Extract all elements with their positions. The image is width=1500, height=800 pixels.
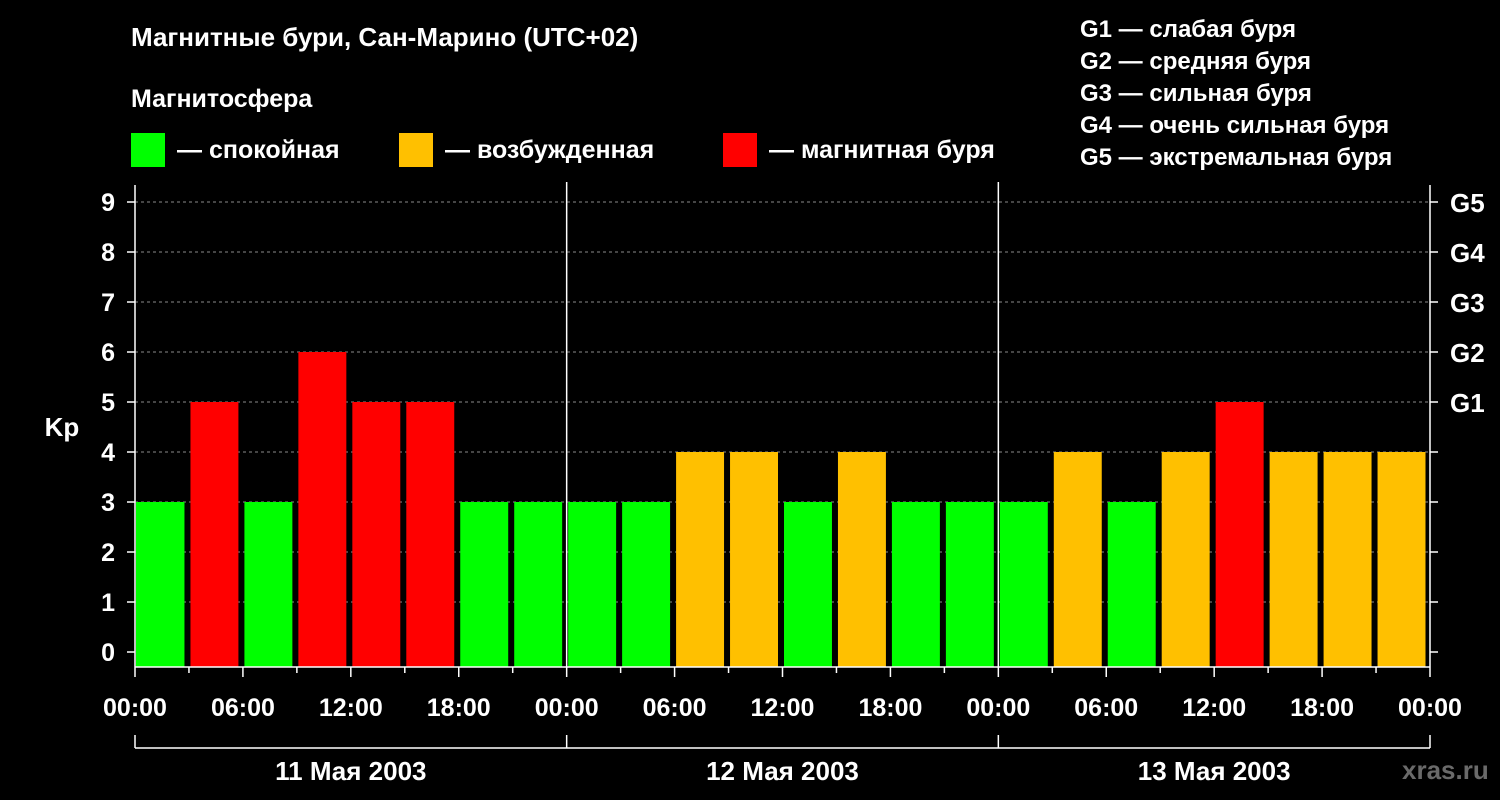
kp-bar [1161, 452, 1210, 667]
x-tick-label: 12:00 [319, 694, 383, 722]
kp-bar [1107, 502, 1156, 667]
x-tick-label: 06:00 [211, 694, 275, 722]
kp-bar [837, 452, 886, 667]
kp-bar [891, 502, 940, 667]
kp-bar [298, 352, 347, 667]
x-tick-label: 00:00 [966, 694, 1030, 722]
y-tick-label: 6 [101, 339, 115, 367]
x-tick-label: 12:00 [1182, 694, 1246, 722]
kp-bar [1269, 452, 1318, 667]
x-tick-label: 18:00 [1290, 694, 1354, 722]
y-tick-label: 9 [101, 189, 115, 217]
kp-bar [622, 502, 671, 667]
kp-bar [406, 402, 455, 667]
x-tick-label: 00:00 [1398, 694, 1462, 722]
kp-bar [514, 502, 563, 667]
x-tick-label: 18:00 [427, 694, 491, 722]
kp-bar [460, 502, 509, 667]
x-tick-label: 00:00 [103, 694, 167, 722]
g-tick-label: G2 [1450, 338, 1485, 368]
kp-bar [568, 502, 617, 667]
g-tick-label: G5 [1450, 188, 1485, 218]
x-tick-label: 12:00 [751, 694, 815, 722]
x-tick-label: 06:00 [643, 694, 707, 722]
kp-bar [1323, 452, 1372, 667]
x-tick-label: 06:00 [1074, 694, 1138, 722]
g-tick-label: G4 [1450, 238, 1485, 268]
kp-bar [136, 502, 185, 667]
y-tick-label: 0 [101, 639, 115, 667]
kp-bar [945, 502, 994, 667]
kp-bar [1377, 452, 1426, 667]
date-label: 13 Мая 2003 [1138, 756, 1291, 786]
y-axis-label: Kp [45, 412, 80, 442]
kp-bar [1053, 452, 1102, 667]
g-tick-label: G1 [1450, 388, 1485, 418]
watermark: xras.ru [1402, 755, 1489, 785]
y-tick-label: 3 [101, 489, 115, 517]
date-label: 12 Мая 2003 [706, 756, 859, 786]
x-tick-label: 00:00 [535, 694, 599, 722]
y-tick-label: 1 [101, 589, 115, 617]
kp-bar [190, 402, 239, 667]
g-tick-label: G3 [1450, 288, 1485, 318]
kp-bar [999, 502, 1048, 667]
kp-chart: 0 1 2 3 4 5 6 7 8 9 G1 G2 G3 G4 G5 Kp 00:00 06:00 12:00 18:… [45, 182, 1485, 786]
kp-bar [244, 502, 293, 667]
date-label: 11 Мая 2003 [275, 756, 426, 786]
y-tick-label: 5 [101, 389, 115, 417]
kp-bar [352, 402, 401, 667]
kp-bar [1215, 402, 1264, 667]
y-tick-label: 7 [101, 289, 115, 317]
y-tick-label: 8 [101, 239, 115, 267]
x-tick-label: 18:00 [858, 694, 922, 722]
kp-bar [676, 452, 725, 667]
y-tick-label: 2 [101, 539, 115, 567]
y-tick-label: 4 [101, 439, 115, 467]
kp-bar [784, 502, 832, 667]
kp-bar [730, 452, 778, 667]
